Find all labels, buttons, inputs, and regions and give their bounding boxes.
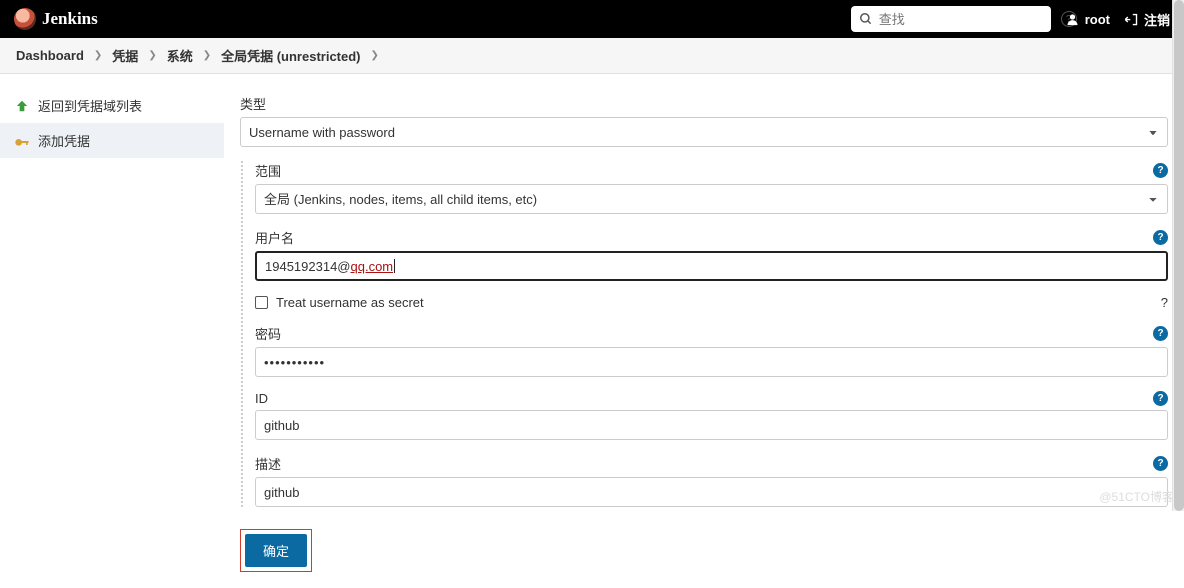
crumb-credentials[interactable]: 凭据 [112, 46, 138, 65]
jenkins-logo-icon [14, 8, 36, 30]
user-icon [1065, 12, 1080, 27]
breadcrumb: Dashboard ❯ 凭据 ❯ 系统 ❯ 全局凭据 (unrestricted… [0, 38, 1184, 74]
crumb-system[interactable]: 系统 [167, 46, 193, 65]
logout-text: 注销 [1144, 10, 1170, 29]
help-icon[interactable]: ? [1153, 456, 1168, 471]
field-treat-secret: Treat username as secret ? [255, 295, 1168, 310]
scrollbar[interactable] [1172, 0, 1184, 511]
field-description: 描述 ? [255, 454, 1168, 507]
sidebar-item-label: 添加凭据 [38, 131, 90, 150]
password-input[interactable]: ••••••••••• [255, 347, 1168, 377]
brand[interactable]: Jenkins [14, 8, 98, 30]
field-type: 类型 Username with password [240, 94, 1168, 147]
scope-label: 范围 [255, 161, 281, 180]
brand-text: Jenkins [42, 9, 98, 29]
chevron-right-icon: ❯ [371, 50, 379, 61]
username-input[interactable]: 1945192314@qq.com [255, 251, 1168, 281]
field-id: ID ? [255, 391, 1168, 440]
user-name: root [1085, 12, 1110, 27]
search-box[interactable]: ? [851, 6, 1051, 32]
sidebar-item-label: 返回到凭据域列表 [38, 96, 142, 115]
sidebar-item-back[interactable]: 返回到凭据域列表 [0, 88, 224, 123]
sidebar-item-add-credentials[interactable]: 添加凭据 [0, 123, 224, 158]
field-username: 用户名 ? 1945192314@qq.com [255, 228, 1168, 281]
help-icon[interactable]: ? [1153, 326, 1168, 341]
logout-icon [1124, 12, 1139, 27]
chevron-right-icon: ❯ [203, 50, 211, 61]
chevron-right-icon: ❯ [148, 50, 156, 61]
field-password: 密码 ? ••••••••••• [255, 324, 1168, 377]
chevron-right-icon: ❯ [94, 50, 102, 61]
crumb-global[interactable]: 全局凭据 (unrestricted) [221, 46, 360, 65]
help-icon[interactable]: ? [1153, 230, 1168, 245]
description-label: 描述 [255, 454, 281, 473]
id-input[interactable] [255, 410, 1168, 440]
scope-select[interactable]: 全局 (Jenkins, nodes, items, all child ite… [255, 184, 1168, 214]
crumb-dashboard[interactable]: Dashboard [16, 48, 84, 63]
arrow-up-icon [14, 98, 30, 114]
treat-secret-label: Treat username as secret [276, 295, 424, 310]
submit-highlight: 确定 [240, 529, 312, 572]
password-label: 密码 [255, 324, 281, 343]
scrollbar-thumb[interactable] [1174, 0, 1184, 511]
help-icon[interactable]: ? [1153, 163, 1168, 178]
search-input[interactable] [873, 12, 1061, 27]
treat-secret-checkbox[interactable] [255, 296, 268, 309]
description-input[interactable] [255, 477, 1168, 507]
username-label: 用户名 [255, 228, 294, 247]
caret-icon [394, 259, 395, 273]
top-bar: Jenkins ? root 注销 [0, 0, 1184, 38]
type-select[interactable]: Username with password [240, 117, 1168, 147]
submit-button[interactable]: 确定 [245, 534, 307, 567]
search-icon [859, 12, 873, 26]
field-scope: 范围 ? 全局 (Jenkins, nodes, items, all chil… [255, 161, 1168, 214]
key-icon [14, 133, 30, 149]
help-icon[interactable]: ? [1161, 295, 1168, 310]
user-link[interactable]: root [1065, 12, 1110, 27]
type-label: 类型 [240, 94, 266, 113]
logout-link[interactable]: 注销 [1124, 10, 1170, 29]
id-label: ID [255, 391, 268, 406]
help-icon[interactable]: ? [1153, 391, 1168, 406]
